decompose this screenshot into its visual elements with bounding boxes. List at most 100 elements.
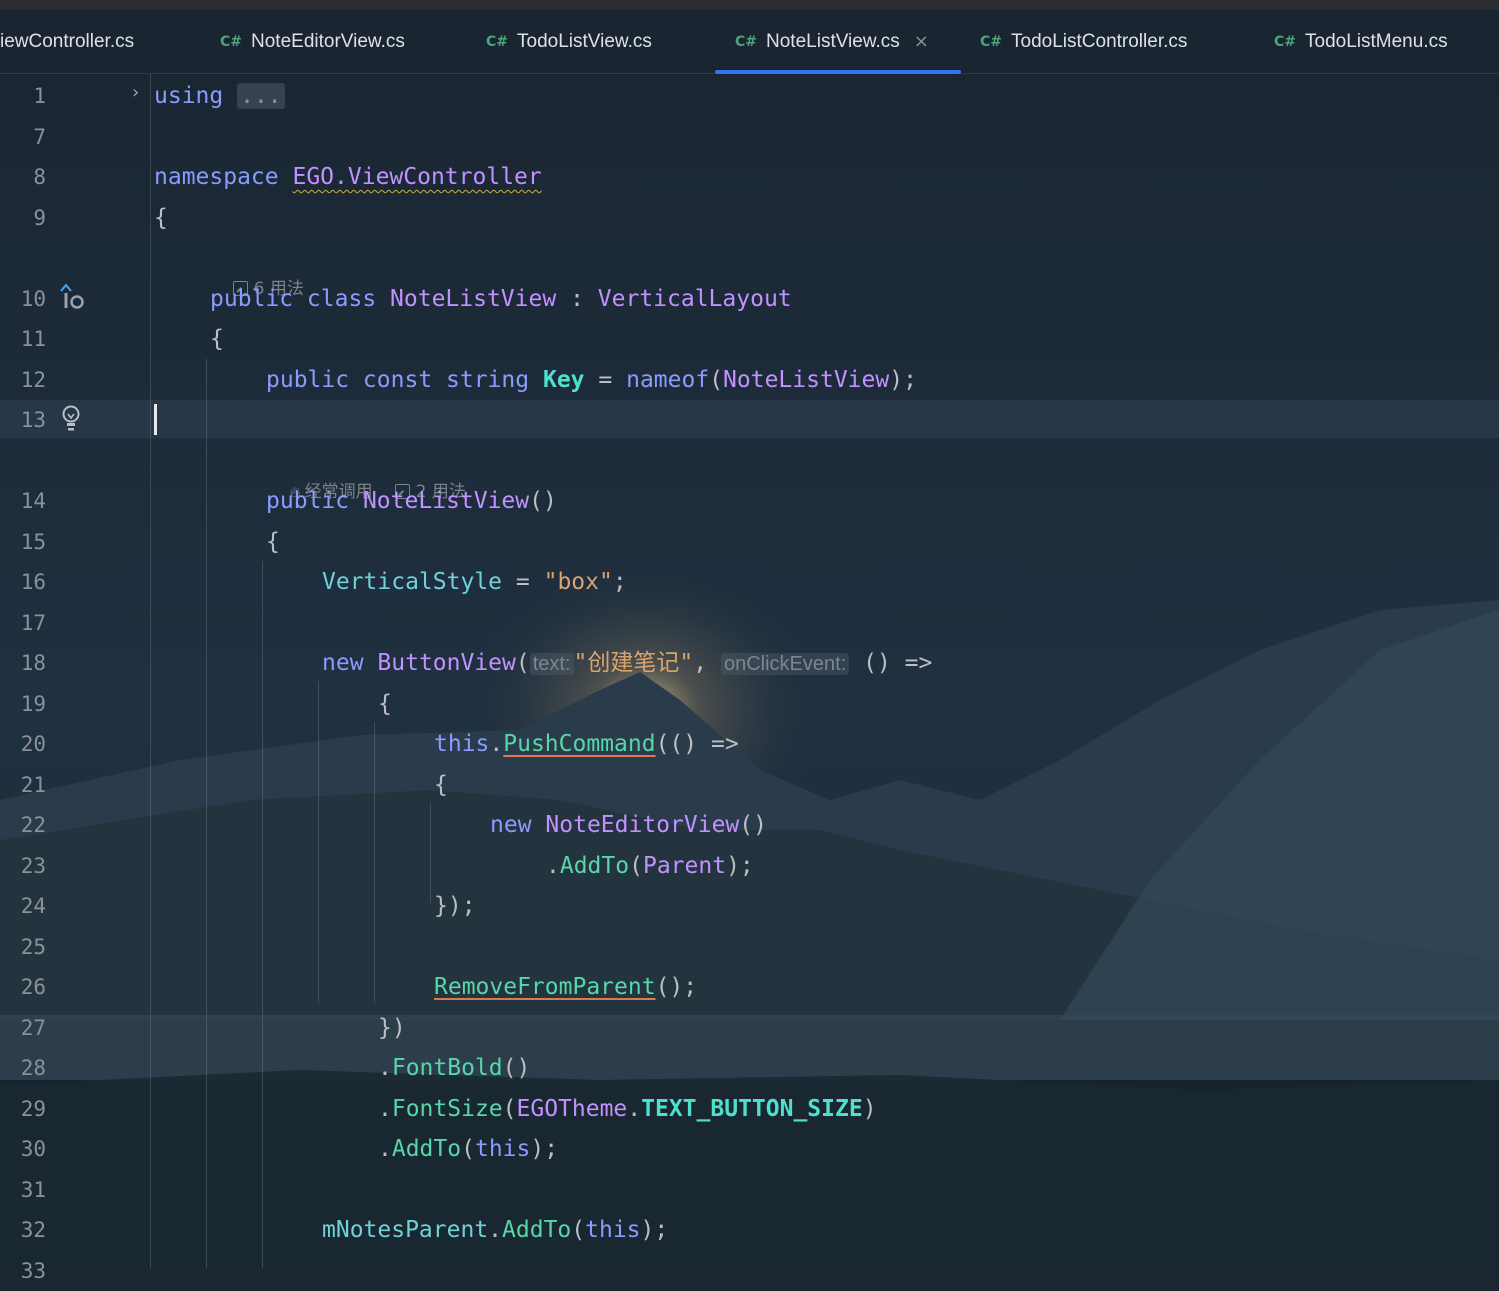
code-token: "box": [543, 569, 613, 595]
code-token: namespace: [154, 164, 279, 190]
csharp-file-icon: C#: [486, 33, 509, 50]
code-token: TEXT_BUTTON_SIZE: [641, 1096, 863, 1122]
tab-label: TodoListController.cs: [1011, 30, 1188, 52]
tab-todolistcontroller[interactable]: C# TodoListController.cs: [980, 10, 1187, 73]
code-token: new: [490, 812, 532, 838]
code-token: AddTo: [502, 1217, 572, 1243]
code-token: );: [726, 853, 754, 879]
code-token: FontBold: [391, 1055, 503, 1081]
line-number: 29: [20, 1097, 46, 1121]
code-line[interactable]: {: [434, 765, 448, 805]
code-line[interactable]: .FontSize(EGOTheme.TEXT_BUTTON_SIZE): [378, 1089, 877, 1129]
code-line[interactable]: {: [154, 198, 168, 238]
editor-tab-bar: iewController.cs C# NoteEditorView.cs C#…: [0, 10, 1499, 74]
csharp-file-icon: C#: [735, 33, 758, 50]
code-token: NoteListView: [390, 286, 557, 312]
code-vision-hint[interactable]: 🔥︎ 经常调用 2 用法: [268, 447, 466, 502]
line-number: 20: [20, 732, 46, 756]
text-cursor: [154, 404, 157, 435]
code-line[interactable]: {: [210, 319, 224, 359]
tab-label: TodoListMenu.cs: [1305, 30, 1448, 52]
code-token: mNotesParent: [322, 1217, 489, 1243]
code-token: .: [378, 1136, 392, 1162]
code-token: "创建笔记": [573, 650, 694, 676]
code-line[interactable]: namespace EGO.ViewController: [154, 157, 542, 197]
code-line[interactable]: }): [378, 1008, 406, 1048]
line-number: 27: [20, 1016, 46, 1040]
code-line[interactable]: mNotesParent.AddTo(this);: [322, 1210, 668, 1250]
code-token: }): [378, 1015, 406, 1041]
line-number: 17: [20, 611, 46, 635]
close-icon[interactable]: ×: [914, 31, 929, 52]
code-line[interactable]: using ...: [154, 76, 285, 116]
usages-hint[interactable]: 6 用法: [211, 244, 304, 299]
code-token: VerticalLayout: [597, 286, 792, 312]
code-token: (: [461, 1136, 475, 1162]
code-token: NoteEditorView: [545, 812, 740, 838]
code-token: AddTo: [391, 1136, 462, 1162]
code-token: this: [474, 1136, 531, 1162]
line-number: 24: [20, 894, 46, 918]
tab-noteeditorview[interactable]: C# NoteEditorView.cs: [220, 10, 405, 73]
lightbulb-icon[interactable]: [60, 404, 82, 434]
implementation-marker-icon[interactable]: [58, 282, 86, 312]
code-line[interactable]: public class NoteListView : VerticalLayo…: [210, 279, 792, 319]
code-token: );: [530, 1136, 559, 1162]
csharp-file-icon: C#: [1274, 33, 1297, 50]
code-line[interactable]: {: [378, 684, 392, 724]
code-token: NoteListView: [362, 488, 530, 514]
line-number: 11: [20, 327, 46, 351]
tab-label: TodoListView.cs: [517, 30, 652, 52]
tab-todolistmenu[interactable]: C# TodoListMenu.cs: [1274, 10, 1448, 73]
code-token: {: [434, 772, 448, 798]
tab-todolistview[interactable]: C# TodoListView.cs: [486, 10, 652, 73]
code-line[interactable]: RemoveFromParent();: [434, 967, 697, 1007]
code-token: .: [627, 1096, 642, 1122]
line-number: 9: [33, 206, 46, 230]
tab-label: NoteListView.cs: [766, 30, 900, 52]
code-token: (: [629, 853, 643, 879]
code-token: {: [154, 205, 168, 231]
code-token: );: [640, 1217, 669, 1243]
code-line[interactable]: });: [434, 886, 476, 926]
tab-viewcontroller[interactable]: iewController.cs: [0, 10, 134, 73]
code-line[interactable]: this.PushCommand(() =>: [434, 724, 739, 764]
code-line[interactable]: {: [266, 522, 280, 562]
code-line[interactable]: .FontBold(): [378, 1048, 530, 1088]
code-line[interactable]: public NoteListView(): [266, 481, 557, 521]
csharp-file-icon: C#: [980, 33, 1003, 50]
code-token: using: [154, 83, 224, 109]
gutter-separator: [150, 74, 151, 1268]
code-token: PushCommand: [503, 731, 656, 757]
code-line[interactable]: VerticalStyle = "box";: [322, 562, 627, 602]
folded-region[interactable]: ...: [237, 83, 285, 109]
code-token: .: [488, 1217, 503, 1243]
line-number: 12: [20, 368, 46, 392]
line-number: 13: [20, 408, 46, 432]
code-token: =: [515, 569, 530, 595]
indent-guide: [206, 359, 207, 1268]
code-editor[interactable]: 1 7 8 9 10 11 12 13 14 15 16 17 18 19 20…: [0, 74, 1499, 1283]
indent-guide: [262, 561, 263, 1268]
code-line[interactable]: new NoteEditorView(): [490, 805, 767, 845]
code-token: this: [585, 1217, 641, 1243]
code-token: :: [570, 286, 584, 312]
code-token: ButtonView: [377, 650, 516, 676]
code-token: new: [322, 650, 364, 676]
tab-notelistview[interactable]: C# NoteListView.cs ×: [715, 10, 961, 74]
code-line[interactable]: .AddTo(this);: [378, 1129, 558, 1169]
line-number: 28: [20, 1056, 46, 1080]
code-line[interactable]: .AddTo(Parent);: [546, 846, 754, 886]
code-token: Key: [542, 367, 585, 393]
indent-guide: [374, 722, 375, 1003]
line-number: 1: [33, 84, 46, 108]
code-line[interactable]: public const string Key = nameof(NoteLis…: [266, 360, 917, 400]
tab-label: NoteEditorView.cs: [251, 30, 405, 52]
line-number: 25: [20, 935, 46, 959]
code-token: =: [598, 367, 613, 393]
line-number: 22: [20, 813, 46, 837]
chevron-right-icon[interactable]: ›: [132, 82, 139, 103]
code-token: ;: [612, 569, 627, 595]
code-line[interactable]: new ButtonView(text: "创建笔记", onClickEvent…: [322, 643, 932, 683]
code-token: VerticalStyle: [322, 569, 503, 595]
